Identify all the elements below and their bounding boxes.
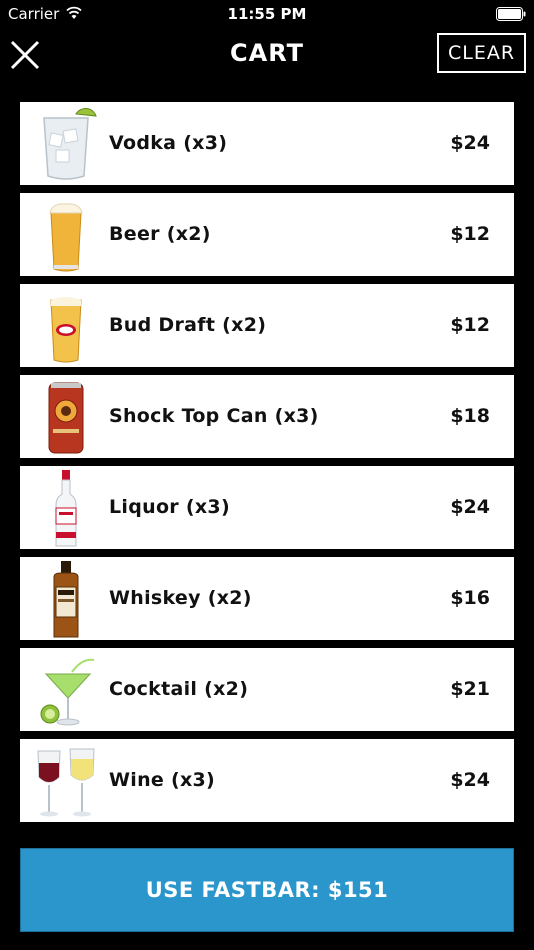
- item-name: Shock Top Can (x3): [109, 405, 319, 427]
- item-name: Bud Draft (x2): [109, 314, 267, 336]
- vodka-glass-icon: [32, 104, 100, 184]
- checkout-button[interactable]: USE FASTBAR: $151: [20, 848, 514, 932]
- item-name: Liquor (x3): [109, 496, 230, 518]
- item-name: Cocktail (x2): [109, 678, 249, 700]
- cart-item[interactable]: Liquor (x3) $24: [20, 466, 514, 549]
- item-name: Vodka (x3): [109, 132, 228, 154]
- item-price: $12: [450, 223, 490, 245]
- status-bar: Carrier 11:55 PM: [0, 0, 534, 28]
- beer-glass-icon: [32, 195, 100, 275]
- item-name: Wine (x3): [109, 769, 216, 791]
- cart-item[interactable]: Cocktail (x2) $21: [20, 648, 514, 731]
- item-name: Whiskey (x2): [109, 587, 252, 609]
- nav-bar: CART CLEAR: [0, 28, 534, 84]
- status-time: 11:55 PM: [227, 5, 307, 23]
- bud-draft-glass-icon: [32, 286, 100, 366]
- cart-item[interactable]: Wine (x3) $24: [20, 739, 514, 822]
- item-price: $24: [450, 496, 490, 518]
- item-price: $24: [450, 132, 490, 154]
- cocktail-glass-icon: [32, 650, 100, 730]
- cart-item[interactable]: Beer (x2) $12: [20, 193, 514, 276]
- whiskey-bottle-icon: [32, 559, 100, 639]
- item-price: $21: [450, 678, 490, 700]
- cart-list: Vodka (x3) $24 Beer (x2) $12 Bud Draft (…: [20, 102, 514, 830]
- item-price: $24: [450, 769, 490, 791]
- cart-item[interactable]: Whiskey (x2) $16: [20, 557, 514, 640]
- cart-item[interactable]: Bud Draft (x2) $12: [20, 284, 514, 367]
- wine-glasses-icon: [32, 741, 100, 821]
- cart-item[interactable]: Shock Top Can (x3) $18: [20, 375, 514, 458]
- liquor-bottle-icon: [32, 468, 100, 548]
- item-price: $18: [450, 405, 490, 427]
- cart-item[interactable]: Vodka (x3) $24: [20, 102, 514, 185]
- clear-button[interactable]: CLEAR: [437, 33, 526, 73]
- item-price: $16: [450, 587, 490, 609]
- item-price: $12: [450, 314, 490, 336]
- item-name: Beer (x2): [109, 223, 211, 245]
- battery-icon: [496, 7, 526, 21]
- shock-top-can-icon: [32, 377, 100, 457]
